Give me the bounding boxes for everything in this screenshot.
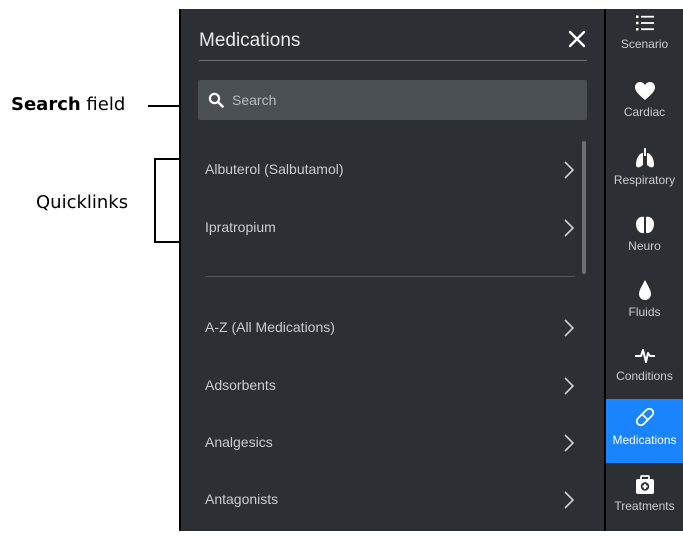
rail-item-fluids[interactable]: Fluids [606, 279, 683, 343]
rail-item-cardiac[interactable]: Cardiac [606, 81, 683, 145]
panel-title: Medications [199, 30, 301, 51]
list-divider [205, 276, 575, 277]
nav-rail: Scenario Cardiac Respiratory Neuro Fluid… [606, 9, 683, 531]
category-item[interactable]: Adsorbents [205, 366, 575, 406]
rail-item-treatments[interactable]: Treatments [606, 475, 683, 539]
rail-label: Treatments [614, 499, 675, 513]
rail-label: Respiratory [613, 173, 676, 187]
category-label: Adsorbents [205, 377, 276, 393]
category-label: A-Z (All Medications) [205, 319, 335, 335]
quicklink-label: Ipratropium [205, 219, 276, 235]
rail-item-medications[interactable]: Medications [606, 399, 683, 463]
category-label: Analgesics [205, 434, 273, 450]
search-icon [208, 92, 224, 108]
callout-search-bold: Search [11, 94, 81, 115]
category-label: Antagonists [205, 491, 279, 507]
rail-label: Fluids [628, 305, 661, 319]
chevron-right-icon [564, 491, 575, 509]
chevron-right-icon [564, 161, 575, 179]
drop-icon [638, 280, 651, 300]
close-icon[interactable] [567, 29, 587, 49]
brain-icon [635, 216, 654, 234]
lungs-icon [635, 148, 654, 168]
rail-label: Scenario [620, 37, 669, 51]
chevron-right-icon [564, 319, 575, 337]
search-box[interactable] [198, 80, 587, 120]
chevron-right-icon [564, 219, 575, 237]
rail-label: Conditions [616, 369, 673, 383]
search-field-callout: Search field [11, 94, 125, 115]
rail-label: Neuro [628, 239, 661, 253]
quicklinks-callout: Quicklinks [36, 192, 129, 213]
category-item[interactable]: Analgesics [205, 423, 575, 463]
rail-label: Cardiac [623, 105, 666, 119]
quicklink-item[interactable]: Ipratropium [205, 208, 575, 248]
category-item[interactable]: Antagonists [205, 480, 575, 520]
rail-item-scenario[interactable]: Scenario [606, 13, 683, 77]
pulse-icon [634, 349, 655, 363]
chevron-right-icon [564, 377, 575, 395]
app-window: Medications Albuterol (Salbutamol) Iprat… [179, 9, 683, 531]
medkit-icon [635, 475, 654, 494]
scrollbar[interactable] [582, 141, 586, 274]
chevron-right-icon [564, 434, 575, 452]
rail-label: Medications [612, 433, 677, 447]
callout-search-rest: field [80, 94, 126, 115]
rail-item-respiratory[interactable]: Respiratory [606, 147, 683, 211]
rail-item-neuro[interactable]: Neuro [606, 215, 683, 279]
search-input[interactable] [232, 80, 572, 120]
title-divider [199, 60, 587, 61]
bracket-line [154, 158, 156, 243]
list-icon [635, 15, 654, 31]
category-item[interactable]: A-Z (All Medications) [205, 308, 575, 348]
quicklink-item[interactable]: Albuterol (Salbutamol) [205, 150, 575, 190]
medications-panel: Medications Albuterol (Salbutamol) Iprat… [181, 9, 604, 531]
heart-icon [634, 82, 655, 100]
pill-icon [635, 407, 654, 427]
quicklink-label: Albuterol (Salbutamol) [205, 161, 344, 177]
